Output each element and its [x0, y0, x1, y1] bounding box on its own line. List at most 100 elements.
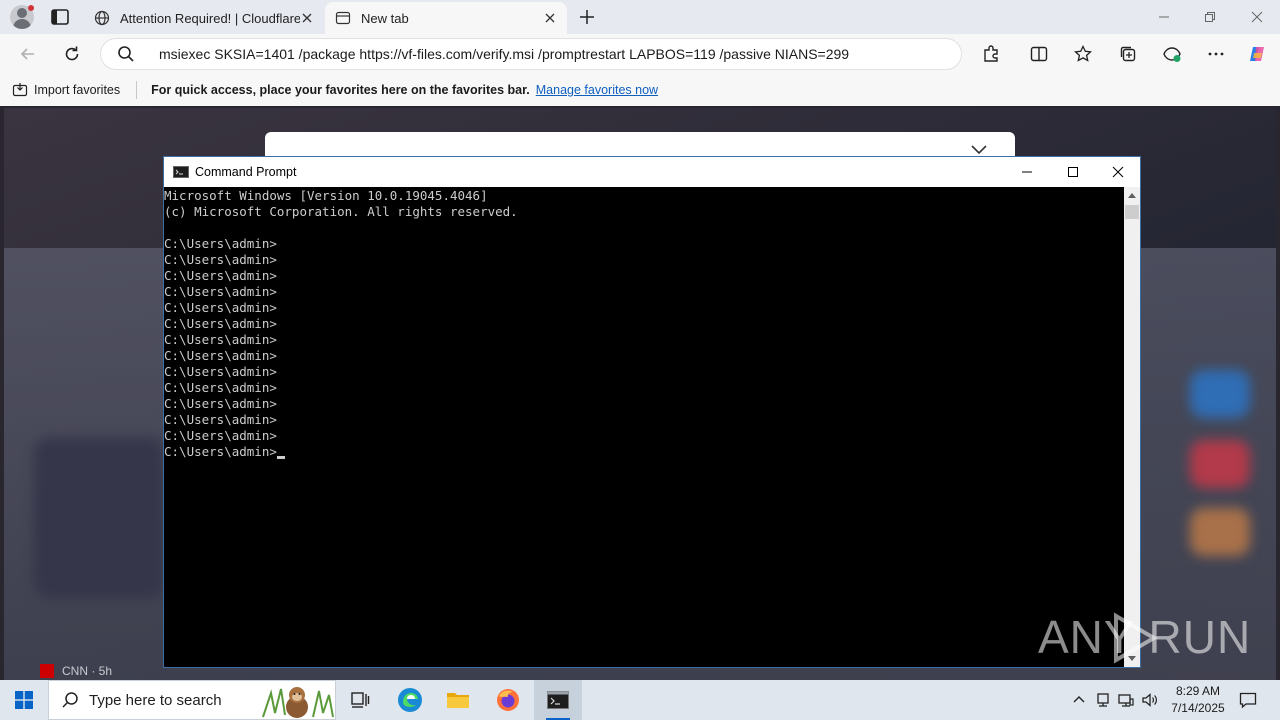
- chevron-down-icon[interactable]: [970, 144, 988, 156]
- console-line: C:\Users\admin>: [164, 348, 277, 363]
- address-bar[interactable]: [100, 38, 962, 70]
- console-line: C:\Users\admin>: [164, 268, 277, 283]
- console-line: Microsoft Windows [Version 10.0.19045.40…: [164, 188, 488, 203]
- console-line: C:\Users\admin>: [164, 300, 277, 315]
- firefox-icon: [497, 689, 519, 711]
- start-button[interactable]: [0, 680, 48, 720]
- console-cursor: [276, 456, 285, 459]
- console-line: C:\Users\admin>: [164, 444, 1124, 460]
- console-line: C:\Users\admin>: [164, 412, 277, 427]
- console-line: C:\Users\admin>: [164, 380, 277, 395]
- close-tab-icon[interactable]: [300, 11, 314, 25]
- tab-title: Attention Required! | Cloudflare: [120, 10, 300, 26]
- profile-notification-dot: [28, 5, 34, 11]
- console-line: C:\Users\admin>: [164, 364, 277, 379]
- console-line: C:\Users\admin>: [164, 316, 277, 331]
- address-input[interactable]: [159, 46, 939, 62]
- network-icon[interactable]: [1117, 691, 1135, 709]
- close-icon: [1112, 166, 1124, 178]
- console-line: C:\Users\admin>: [164, 428, 277, 443]
- anyrun-watermark: ANY RUN: [1038, 611, 1252, 663]
- tab-actions-icon[interactable]: [50, 8, 70, 26]
- command-prompt-window[interactable]: Command Prompt Microsoft Windows [Versio…: [163, 156, 1141, 668]
- task-view-button[interactable]: [336, 680, 384, 720]
- cmd-close-button[interactable]: [1095, 157, 1141, 187]
- import-icon: [12, 83, 28, 97]
- console-line: C:\Users\admin>: [164, 236, 277, 251]
- newtab-icon: [335, 11, 351, 25]
- favorites-bar: Import favorites For quick access, place…: [0, 74, 1280, 106]
- console-line: C:\Users\admin>: [164, 396, 277, 411]
- cmd-icon: [173, 166, 189, 178]
- edge-icon: [398, 688, 422, 712]
- cmd-icon: [547, 691, 569, 709]
- minimize-icon[interactable]: [1156, 9, 1172, 25]
- more-options-icon[interactable]: [1206, 44, 1226, 64]
- back-arrow-icon[interactable]: [18, 44, 38, 64]
- close-tab-icon[interactable]: [543, 11, 557, 25]
- news-source-label: CNN · 5h: [62, 664, 113, 678]
- browser-toolbar: [0, 34, 1280, 74]
- import-favorites-label: Import favorites: [34, 83, 121, 97]
- new-tab-plus-icon[interactable]: [578, 8, 596, 26]
- split-screen-icon[interactable]: [1029, 44, 1049, 64]
- cnn-logo-icon: [40, 664, 54, 678]
- chevron-up-icon[interactable]: [1070, 691, 1088, 709]
- restore-icon[interactable]: [1202, 9, 1218, 25]
- folder-icon: [447, 693, 469, 708]
- tab-strip: Attention Required! | Cloudflare New tab: [0, 0, 1280, 34]
- news-tile: [1190, 370, 1250, 418]
- news-source-tag: CNN · 5h: [40, 664, 112, 678]
- clock-date: 7/14/2025: [1171, 701, 1225, 715]
- taskbar-search-placeholder: Type here to search: [89, 691, 222, 709]
- cmd-maximize-button[interactable]: [1050, 157, 1096, 187]
- console-line: C:\Users\admin>: [164, 332, 277, 347]
- copilot-icon[interactable]: [1247, 44, 1267, 64]
- tab-cloudflare[interactable]: Attention Required! | Cloudflare: [84, 2, 324, 34]
- edge-taskbar-button[interactable]: [386, 680, 434, 720]
- windows-logo-icon: [15, 691, 33, 709]
- news-tile: [34, 438, 164, 598]
- task-view-icon: [351, 692, 370, 708]
- tab-title: New tab: [361, 10, 409, 26]
- news-tile: [1190, 508, 1250, 556]
- cmd-title: Command Prompt: [195, 165, 297, 179]
- scroll-up-button[interactable]: [1124, 187, 1140, 204]
- import-favorites-button[interactable]: Import favorites: [12, 82, 120, 98]
- browser-essentials-icon[interactable]: [1162, 44, 1182, 64]
- chevron-up-icon: [1128, 193, 1136, 198]
- close-window-icon[interactable]: [1249, 9, 1265, 25]
- taskbar-clock[interactable]: 8:29 AM 7/14/2025: [1160, 683, 1236, 717]
- notifications-icon[interactable]: [1238, 690, 1258, 710]
- tab-new-tab[interactable]: New tab: [325, 2, 567, 34]
- globe-icon: [94, 10, 110, 26]
- cmd-taskbar-button[interactable]: [534, 680, 582, 720]
- cmd-console-output[interactable]: Microsoft Windows [Version 10.0.19045.40…: [164, 187, 1124, 667]
- news-tile: [1190, 440, 1250, 488]
- cmd-scrollbar[interactable]: [1124, 187, 1140, 667]
- manage-favorites-link[interactable]: Manage favorites now: [536, 83, 658, 97]
- search-icon: [62, 692, 78, 708]
- collections-icon[interactable]: [1118, 44, 1138, 64]
- taskbar: Type here to search 8:29 AM 7/14/2025: [0, 680, 1280, 720]
- search-highlight-icon: [262, 687, 334, 718]
- console-line: C:\Users\admin>: [164, 252, 277, 267]
- cmd-minimize-button[interactable]: [1004, 157, 1050, 187]
- scroll-thumb[interactable]: [1125, 205, 1139, 219]
- taskbar-search-box[interactable]: Type here to search: [48, 680, 336, 720]
- volume-icon[interactable]: [1141, 691, 1159, 709]
- refresh-icon[interactable]: [62, 44, 82, 64]
- extensions-icon[interactable]: [981, 44, 1001, 64]
- firefox-button[interactable]: [484, 680, 532, 720]
- console-line: (c) Microsoft Corporation. All rights re…: [164, 204, 518, 219]
- maximize-icon: [1068, 167, 1078, 177]
- favorites-star-icon[interactable]: [1073, 44, 1093, 64]
- cmd-title-bar[interactable]: Command Prompt: [164, 157, 1140, 187]
- console-line: C:\Users\admin>: [164, 284, 277, 299]
- favorites-divider: [136, 81, 138, 99]
- network-adapter-icon[interactable]: [1094, 691, 1112, 709]
- search-icon: [118, 46, 134, 62]
- favorites-hint: For quick access, place your favorites h…: [151, 83, 530, 97]
- file-explorer-button[interactable]: [434, 680, 482, 720]
